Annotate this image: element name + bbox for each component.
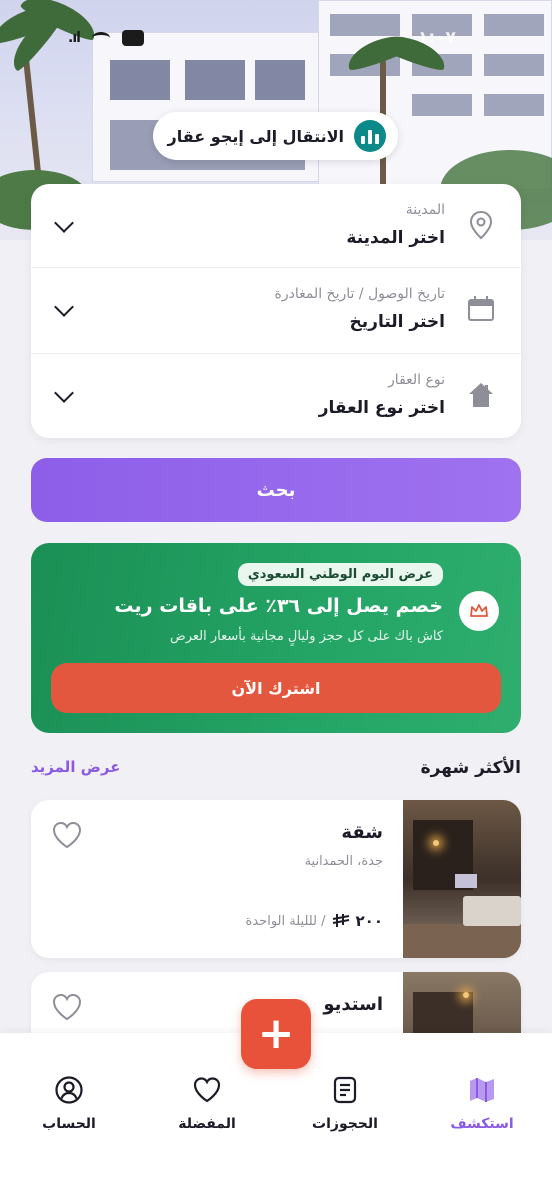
tab-explore[interactable]: استكشف (432, 1075, 532, 1132)
dates-label: تاريخ الوصول / تاريخ المغادرة (274, 286, 445, 302)
property-type-field[interactable]: نوع العقار اختر نوع العقار (31, 354, 521, 438)
listing-card[interactable]: شقة جدة، الحمدانية ٢٠٠ / للليلة الواحدة (31, 800, 521, 958)
navigate-label: الانتقال إلى إيجو عقار (167, 126, 344, 146)
tab-favorites-label: المفضلة (178, 1116, 236, 1132)
crown-icon (459, 591, 499, 631)
dates-value: اختر التاريخ (349, 312, 445, 332)
signal-icon: .ıl (68, 30, 81, 46)
location-pin-icon (469, 210, 493, 240)
promo-subtitle: كاش باك على كل حجز وليالٍ مجانية بأسعار … (169, 629, 443, 644)
subscribe-now-button[interactable]: اشترك الآن (51, 663, 501, 713)
promo-card: عرض اليوم الوطني السعودي خصم يصل إلى ٣٦٪… (31, 543, 521, 733)
listing-title: شقة (341, 822, 383, 843)
listing-photo (403, 800, 521, 958)
section-title: الأكثر شهرة (420, 758, 521, 778)
calendar-icon (468, 296, 494, 321)
heart-icon (193, 1077, 221, 1103)
wifi-icon (91, 32, 110, 44)
dates-field[interactable]: تاريخ الوصول / تاريخ المغادرة اختر التار… (31, 268, 521, 354)
see-more-link[interactable]: عرض المزيد (31, 758, 120, 776)
status-bar: .ıl (68, 30, 144, 46)
listing-price: ٢٠٠ / للليلة الواحدة (246, 912, 383, 930)
favorite-heart-icon[interactable] (51, 820, 83, 850)
favorite-heart-icon[interactable] (51, 992, 83, 1022)
chevron-down-icon (54, 297, 74, 317)
property-type-label: نوع العقار (388, 372, 445, 388)
tab-account-label: الحساب (42, 1116, 96, 1132)
price-per-night: / للليلة الواحدة (245, 913, 326, 929)
promo-badge: عرض اليوم الوطني السعودي (237, 563, 443, 586)
promo-headline: خصم يصل إلى ٣٦٪ على باقات ريت (114, 595, 443, 617)
listing-title: استديو (323, 994, 383, 1015)
user-icon (55, 1076, 83, 1104)
tab-bookings-label: الحجوزات (312, 1116, 378, 1132)
search-card: المدينة اختر المدينة تاريخ الوصول / تاري… (31, 184, 521, 438)
bookings-icon (333, 1076, 357, 1104)
city-value: اختر المدينة (346, 228, 445, 248)
navigate-to-egoaqar-button[interactable]: الانتقال إلى إيجو عقار (153, 112, 398, 160)
tab-account[interactable]: الحساب (19, 1075, 119, 1132)
house-icon (469, 383, 493, 407)
property-type-value: اختر نوع العقار (318, 398, 445, 418)
search-button[interactable]: بحث (31, 458, 521, 522)
chevron-down-icon (54, 383, 74, 403)
listing-location: جدة، الحمدانية (304, 854, 383, 869)
status-time: ١:٠٧ (418, 28, 456, 48)
app-logo-icon (354, 120, 386, 152)
tab-explore-label: استكشف (450, 1116, 514, 1132)
add-button[interactable]: + (241, 999, 311, 1069)
camera-icon (121, 30, 144, 46)
tab-bookings[interactable]: الحجوزات (295, 1075, 395, 1132)
plus-icon: + (257, 1008, 295, 1059)
map-icon (470, 1078, 494, 1102)
tab-favorites[interactable]: المفضلة (157, 1075, 257, 1132)
riyal-icon (332, 914, 349, 927)
chevron-down-icon (54, 213, 74, 233)
city-label: المدينة (405, 202, 445, 218)
city-field[interactable]: المدينة اختر المدينة (31, 184, 521, 268)
price-amount: ٢٠٠ (355, 912, 383, 930)
